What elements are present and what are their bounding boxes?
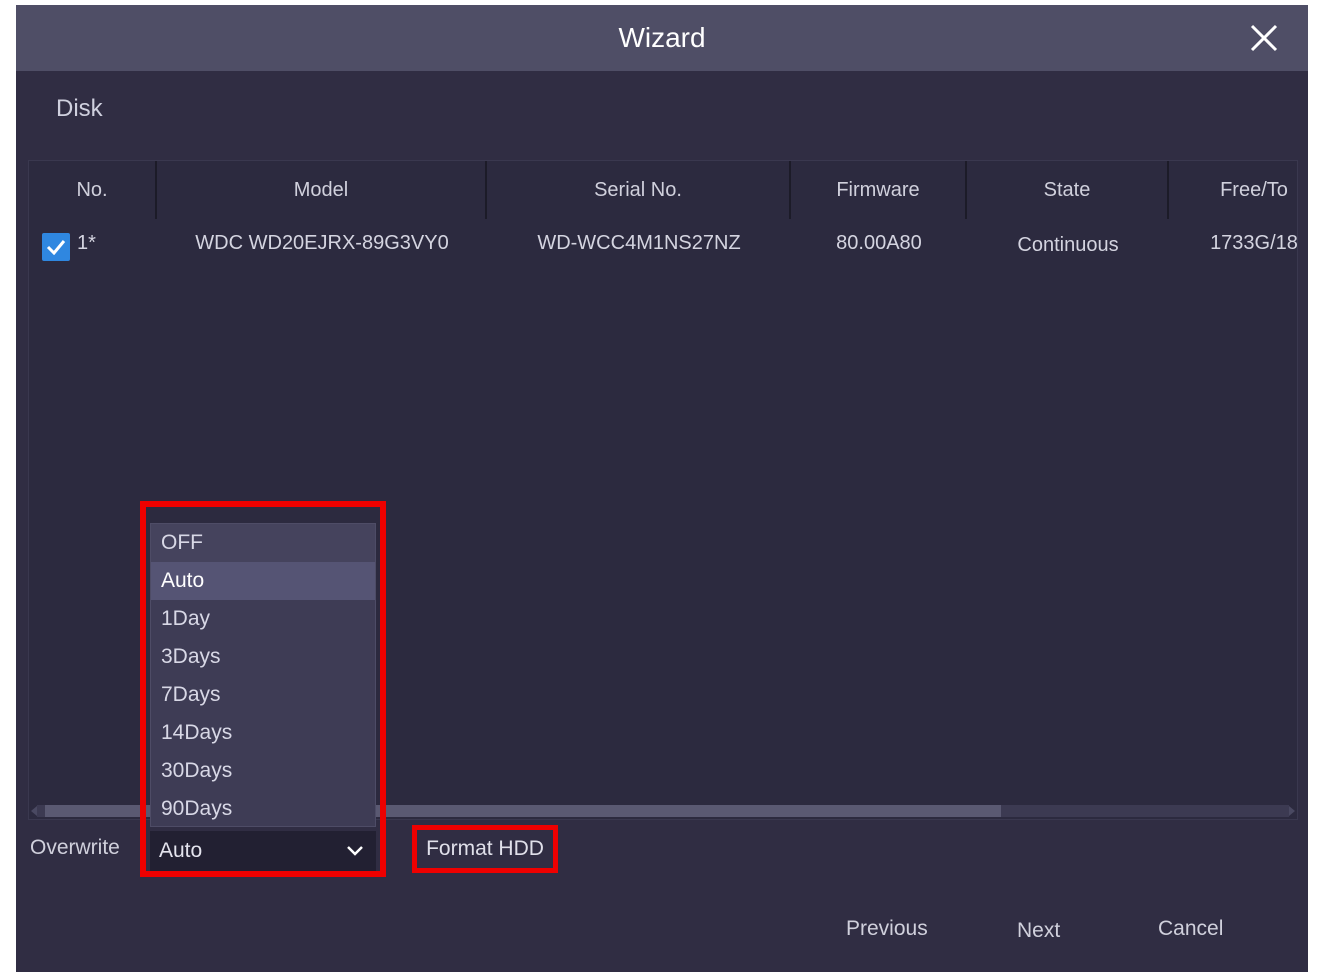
cell-serial: WD-WCC4M1NS27NZ — [537, 231, 741, 254]
dropdown-option-90days[interactable]: 90Days — [151, 790, 375, 828]
dropdown-option-1day[interactable]: 1Day — [151, 600, 375, 638]
previous-button[interactable]: Previous — [846, 917, 928, 941]
format-hdd-button[interactable]: Format HDD — [412, 825, 558, 873]
cell-free-total: 1733G/18 — [1210, 231, 1298, 254]
cell-state: Continuous — [1017, 233, 1119, 256]
table-row[interactable]: 1* WDC WD20EJRX-89G3VY0 WD-WCC4M1NS27NZ … — [29, 223, 1298, 263]
column-header-no[interactable]: No. — [29, 161, 157, 219]
column-header-model[interactable]: Model — [157, 161, 487, 219]
dropdown-option-off[interactable]: OFF — [151, 524, 375, 562]
row-checkbox[interactable] — [42, 233, 70, 261]
scroll-left-icon[interactable] — [31, 806, 37, 816]
column-header-free-total[interactable]: Free/To — [1169, 161, 1297, 219]
wizard-window: Wizard Disk No. Model Serial No. Firmwar… — [16, 5, 1308, 972]
overwrite-label: Overwrite — [30, 836, 120, 859]
title-bar: Wizard — [16, 5, 1308, 71]
overwrite-selected-value: Auto — [159, 839, 203, 862]
window-title: Wizard — [618, 22, 706, 53]
overwrite-select[interactable]: Auto — [150, 831, 376, 871]
dropdown-option-3days[interactable]: 3Days — [151, 638, 375, 676]
column-header-state[interactable]: State — [967, 161, 1169, 219]
dropdown-option-7days[interactable]: 7Days — [151, 676, 375, 714]
scroll-right-icon[interactable] — [1289, 806, 1295, 816]
column-header-firmware[interactable]: Firmware — [791, 161, 967, 219]
cancel-button[interactable]: Cancel — [1158, 917, 1223, 941]
dropdown-option-auto[interactable]: Auto — [151, 562, 375, 600]
overwrite-dropdown-list: OFF Auto 1Day 3Days 7Days 14Days 30Days … — [150, 523, 376, 827]
check-icon — [46, 240, 66, 255]
cell-no: 1* — [77, 231, 96, 254]
section-label-disk: Disk — [56, 95, 103, 122]
dropdown-option-14days[interactable]: 14Days — [151, 714, 375, 752]
cell-firmware: 80.00A80 — [836, 231, 922, 254]
close-icon[interactable] — [1248, 22, 1280, 54]
table-header: No. Model Serial No. Firmware State Free… — [29, 161, 1297, 219]
cell-model: WDC WD20EJRX-89G3VY0 — [195, 231, 449, 254]
column-header-serial[interactable]: Serial No. — [487, 161, 791, 219]
dropdown-option-30days[interactable]: 30Days — [151, 752, 375, 790]
next-button[interactable]: Next — [1017, 919, 1060, 943]
chevron-down-icon — [347, 846, 363, 856]
